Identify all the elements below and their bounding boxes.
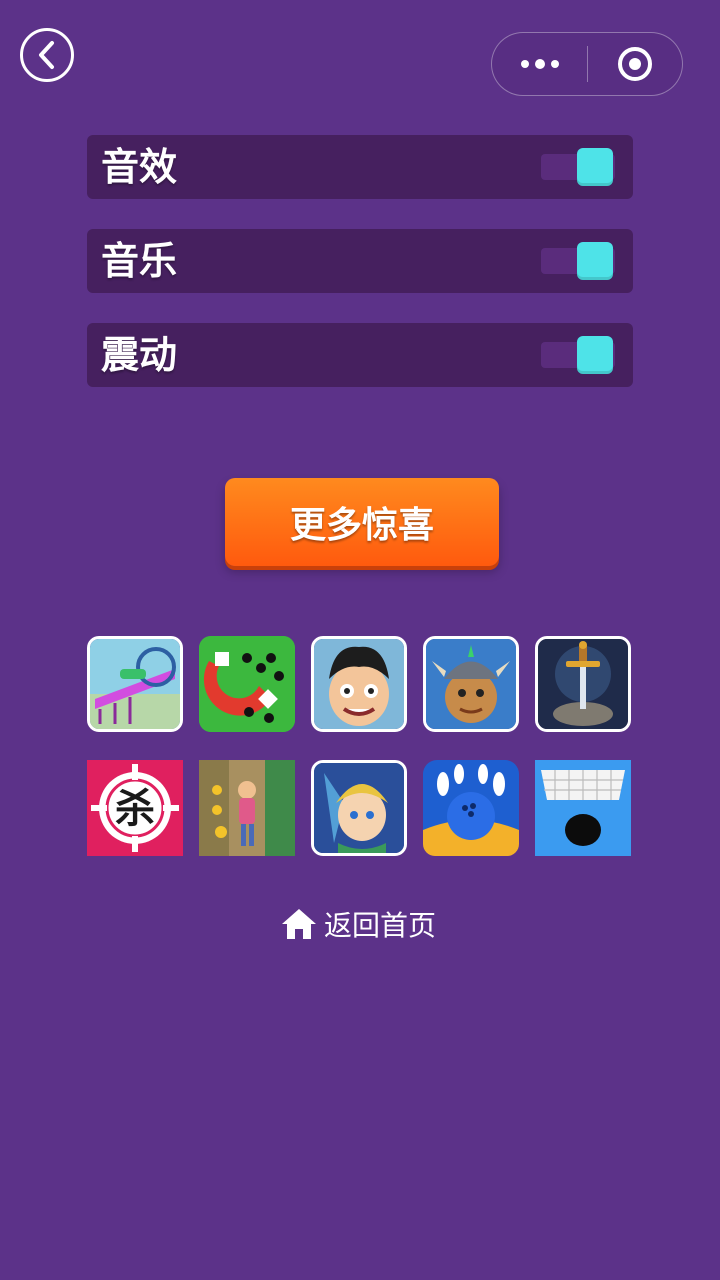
home-link-label: 返回首页 (324, 909, 437, 942)
game-bowling-ball[interactable] (423, 760, 519, 856)
close-button[interactable] (588, 33, 682, 95)
game-kill-target-text: 杀 (115, 786, 155, 832)
chevron-left-icon (39, 41, 54, 69)
setting-row-sound: 音效 (87, 135, 633, 199)
game-magnet-balls[interactable] (199, 636, 295, 732)
vibration-toggle[interactable] (541, 336, 615, 374)
elf-icon (314, 763, 404, 853)
magnet-icon (199, 636, 295, 732)
target-close-icon (618, 47, 652, 81)
setting-label: 音效 (101, 145, 178, 189)
game-viking-warrior[interactable] (423, 636, 519, 732)
game-subway-runner[interactable] (199, 760, 295, 856)
setting-row-vibration: 震动 (87, 323, 633, 387)
sword-icon (538, 639, 628, 729)
more-dots-icon (520, 60, 529, 68)
game-boy-character[interactable] (311, 636, 407, 732)
runner-icon (199, 760, 295, 856)
game-stunt-car-ramp[interactable] (87, 636, 183, 732)
game-elf-hero[interactable] (311, 760, 407, 856)
car-ramp-icon (90, 639, 180, 729)
back-button[interactable] (20, 28, 74, 82)
setting-label: 震动 (101, 333, 178, 377)
mini-program-capsule (491, 32, 683, 96)
sound-toggle[interactable] (541, 148, 615, 186)
back-to-home-link[interactable]: 返回首页 (280, 902, 436, 946)
bowling-icon (423, 760, 519, 856)
music-toggle[interactable] (541, 242, 615, 280)
game-kill-target[interactable]: 杀 (87, 760, 183, 856)
game-hole-blocks[interactable] (535, 760, 631, 856)
more-button[interactable] (492, 33, 587, 95)
setting-label: 音乐 (101, 239, 178, 283)
crosshair-icon: 杀 (87, 760, 183, 856)
more-surprises-button[interactable]: 更多惊喜 (225, 478, 499, 566)
setting-row-music: 音乐 (87, 229, 633, 293)
warrior-icon (426, 639, 516, 729)
hole-icon (535, 760, 631, 856)
character-icon (314, 639, 404, 729)
home-icon (282, 909, 316, 939)
game-sword-in-stone[interactable] (535, 636, 631, 732)
